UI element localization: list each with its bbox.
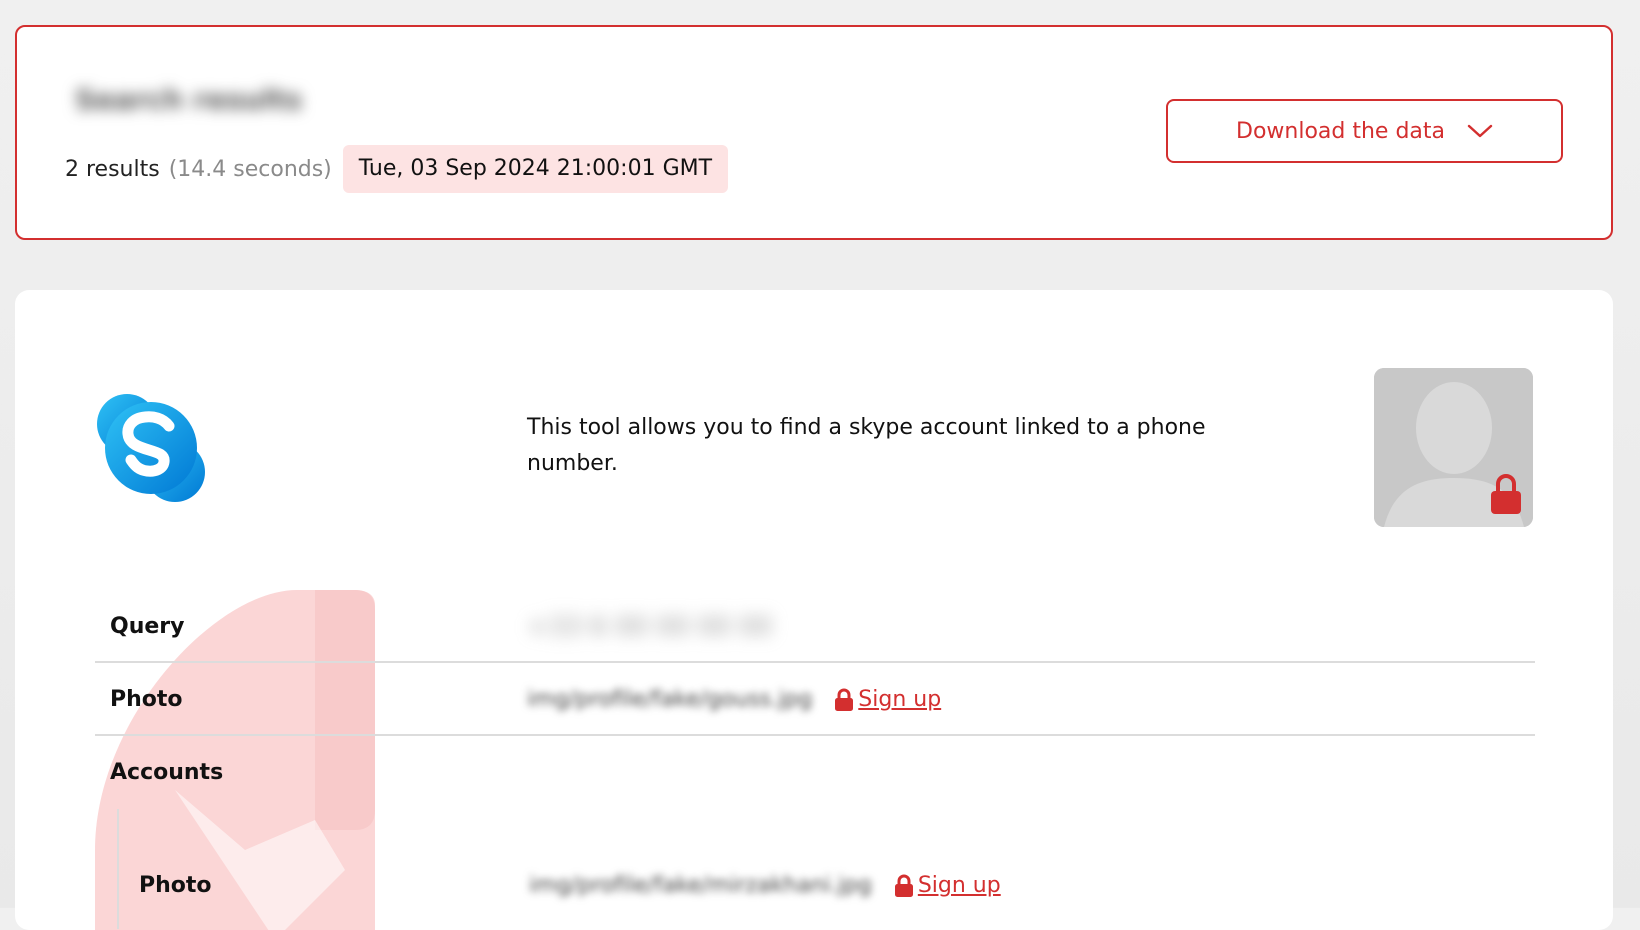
signup-label: Sign up	[917, 873, 1001, 898]
query-value: +33 6 00 00 00 00	[527, 590, 772, 663]
chevron-down-icon	[1467, 123, 1493, 139]
lock-icon	[835, 688, 854, 711]
avatar-placeholder-icon	[1374, 368, 1533, 527]
avatar	[1374, 368, 1533, 527]
photo-value: img/profile/fake/gouss.jpg Sign up	[527, 663, 941, 736]
summary-card: Search results 2 results (14.4 seconds) …	[15, 25, 1613, 240]
photo-signup-link[interactable]: Sign up	[834, 687, 941, 712]
result-card: This tool allows you to find a skype acc…	[15, 290, 1613, 930]
download-data-label: Download the data	[1236, 118, 1445, 144]
redacted-query-title: Search results	[75, 82, 303, 116]
account-photo-label: Photo	[139, 873, 212, 898]
lock-icon	[894, 874, 913, 897]
signup-label: Sign up	[858, 687, 942, 712]
search-duration: (14.4 seconds)	[168, 156, 332, 182]
tool-description: This tool allows you to find a skype acc…	[527, 415, 1206, 476]
table-row-photo: Photo img/profile/fake/gouss.jpg Sign up	[95, 663, 1535, 736]
download-data-button[interactable]: Download the data	[1166, 99, 1563, 163]
accounts-label: Accounts	[110, 760, 224, 785]
results-count: 2 results	[65, 156, 160, 182]
account-photo-signup-link[interactable]: Sign up	[894, 873, 1001, 898]
results-line: 2 results (14.4 seconds) Tue, 03 Sep 202…	[65, 145, 729, 193]
result-details-table: Query +33 6 00 00 00 00 Photo img/profil…	[95, 590, 1535, 929]
table-row-query: Query +33 6 00 00 00 00	[95, 590, 1535, 663]
account-photo-value: img/profile/fake/mirzakhani.jpg Sign up	[529, 849, 1001, 922]
redacted-account-photo-path: img/profile/fake/mirzakhani.jpg	[529, 873, 872, 898]
redacted-photo-path: img/profile/fake/gouss.jpg	[527, 687, 813, 712]
query-label: Query	[110, 614, 185, 639]
table-row-accounts: Accounts	[95, 736, 1535, 809]
photo-label: Photo	[110, 687, 183, 712]
accounts-nested-list: Photo img/profile/fake/mirzakhani.jpg Si…	[117, 809, 1535, 929]
account-row-photo: Photo img/profile/fake/mirzakhani.jpg Si…	[119, 849, 1535, 922]
redacted-query-value: +33 6 00 00 00 00	[527, 611, 773, 642]
search-timestamp-badge: Tue, 03 Sep 2024 21:00:01 GMT	[342, 145, 729, 193]
skype-logo-icon	[93, 390, 209, 506]
